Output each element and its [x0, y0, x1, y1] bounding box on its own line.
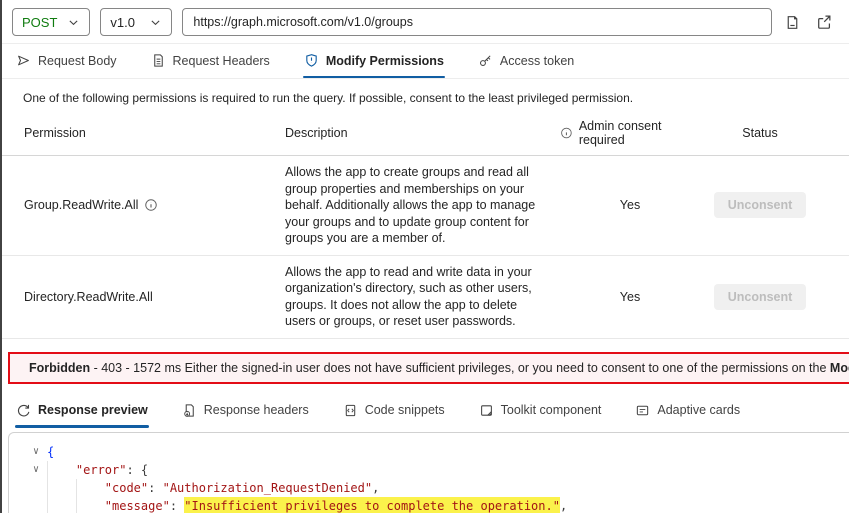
request-bar: POST v1.0	[0, 0, 849, 44]
tab-label: Request Headers	[172, 53, 270, 68]
response-editor[interactable]: ∨{∨ "error": {"code": "Authorization_Requ…	[8, 431, 849, 513]
admin-consent-value: Yes	[619, 289, 641, 304]
code-token: :	[126, 462, 141, 477]
error-text: Forbidden - 403 - 1572 ms Either the sig…	[29, 361, 849, 375]
status-cell: Unconsent	[710, 184, 820, 226]
indent-guide	[75, 496, 105, 513]
status-cell: Unconsent	[710, 276, 820, 318]
version-select[interactable]: v1.0	[100, 8, 173, 36]
col-admin-consent: Admin consent required	[560, 111, 710, 155]
method-label: POST	[22, 14, 58, 30]
code-token: "Insufficient privileges to complete the…	[184, 496, 560, 513]
table-row: Group.ReadWrite.All Allows the app to cr…	[0, 156, 849, 256]
error-title: Forbidden	[29, 360, 91, 375]
tab-code-snippets[interactable]: Code snippets	[341, 394, 447, 428]
shield-icon	[306, 54, 317, 67]
table-header-row: Permission Description Admin consent req…	[0, 111, 849, 156]
tab-label: Modify Permissions	[325, 53, 444, 68]
code-lines: ∨{∨ "error": {"code": "Authorization_Requ…	[9, 443, 849, 513]
tab-response-headers[interactable]: Response headers	[180, 394, 311, 428]
permissions-table: Permission Description Admin consent req…	[0, 111, 849, 339]
info-icon[interactable]	[560, 126, 573, 140]
tab-modify-permissions[interactable]: Modify Permissions	[302, 44, 446, 78]
code-token: "error"	[75, 462, 127, 477]
tab-toolkit-component[interactable]: Toolkit component	[477, 394, 604, 428]
col-description: Description	[285, 126, 348, 140]
permissions-intro: One of the following permissions is requ…	[23, 91, 634, 105]
refresh-icon	[17, 404, 30, 416]
share-icon	[818, 15, 831, 29]
chevron-down-icon	[151, 19, 160, 25]
admin-consent-value: Yes	[619, 198, 641, 213]
tab-adaptive-cards[interactable]: Adaptive cards	[633, 394, 742, 428]
indent-guide	[75, 478, 105, 497]
tab-response-preview[interactable]: Response preview	[14, 394, 150, 428]
response-tabs: Response preview Response headers Code s…	[0, 394, 849, 428]
pane-divider	[0, 0, 2, 513]
fold-chevron-icon[interactable]: ∨	[9, 461, 47, 479]
code-line: "code": "Authorization_RequestDenied",	[9, 478, 849, 497]
unconsent-button[interactable]: Unconsent	[713, 192, 807, 219]
code-token: {	[47, 444, 55, 459]
document-lines-icon	[153, 54, 163, 67]
method-select[interactable]: POST	[12, 8, 91, 36]
send-icon	[18, 55, 29, 66]
code-icon	[345, 404, 355, 416]
error-message: - 403 - 1572 ms Either the signed-in use…	[90, 360, 830, 375]
tab-request-headers[interactable]: Request Headers	[149, 44, 272, 78]
permission-description: Allows the app to read and write data in…	[285, 264, 532, 329]
code-token: ,	[559, 498, 568, 513]
component-icon	[480, 404, 492, 416]
col-admin-label: Admin consent required	[578, 119, 662, 147]
unconsent-button[interactable]: Unconsent	[713, 283, 807, 310]
code-line: "message": "Insufficient privileges to c…	[9, 496, 849, 513]
error-bold-suffix: Modify permissi	[829, 360, 849, 375]
code-line: ∨{	[9, 443, 849, 461]
code-line: ∨ "error": {	[9, 460, 849, 479]
document-arrow-icon	[184, 403, 194, 417]
indent-guide	[47, 460, 76, 479]
info-icon[interactable]	[144, 198, 158, 212]
col-permission: Permission	[24, 126, 86, 140]
permission-name: Group.ReadWrite.All	[24, 190, 285, 220]
permissions-panel: One of the following permissions is requ…	[0, 79, 849, 339]
indent-guide	[47, 478, 76, 497]
permission-name: Directory.ReadWrite.All	[24, 289, 153, 304]
share-button[interactable]	[813, 11, 835, 33]
tab-label: Response headers	[203, 403, 309, 417]
chevron-down-icon	[69, 19, 78, 25]
gutter	[9, 497, 47, 513]
code-token: "message"	[104, 498, 170, 513]
request-tabs: Request Body Request Headers Modify Perm…	[0, 44, 849, 79]
tab-label: Response preview	[38, 403, 148, 417]
document-icon	[787, 15, 798, 29]
code-token: "code"	[104, 480, 149, 495]
tab-label: Code snippets	[364, 403, 445, 417]
code-token: ,	[372, 480, 380, 495]
tab-request-body[interactable]: Request Body	[14, 44, 119, 78]
fold-chevron-icon[interactable]: ∨	[9, 443, 47, 461]
permission-description: Allows the app to create groups and read…	[285, 165, 536, 245]
version-label: v1.0	[110, 14, 135, 30]
code-token: :	[148, 480, 163, 495]
document-button[interactable]	[782, 12, 803, 33]
gutter	[9, 479, 47, 497]
col-status: Status	[742, 126, 778, 140]
tab-label: Request Body	[38, 53, 117, 68]
code-token: "Authorization_RequestDenied"	[162, 480, 373, 495]
card-icon	[637, 405, 649, 415]
tab-label: Adaptive cards	[657, 403, 741, 417]
error-banner: Forbidden - 403 - 1572 ms Either the sig…	[8, 351, 849, 384]
indent-guide	[47, 496, 76, 513]
tab-label: Toolkit component	[500, 403, 602, 417]
key-icon	[479, 55, 491, 66]
table-row: Directory.ReadWrite.All Allows the app t…	[0, 256, 849, 339]
tab-label: Access token	[499, 53, 575, 68]
code-token: :	[169, 498, 185, 513]
tab-access-token[interactable]: Access token	[476, 44, 576, 78]
code-token: {	[140, 462, 149, 477]
url-input[interactable]	[182, 8, 772, 36]
